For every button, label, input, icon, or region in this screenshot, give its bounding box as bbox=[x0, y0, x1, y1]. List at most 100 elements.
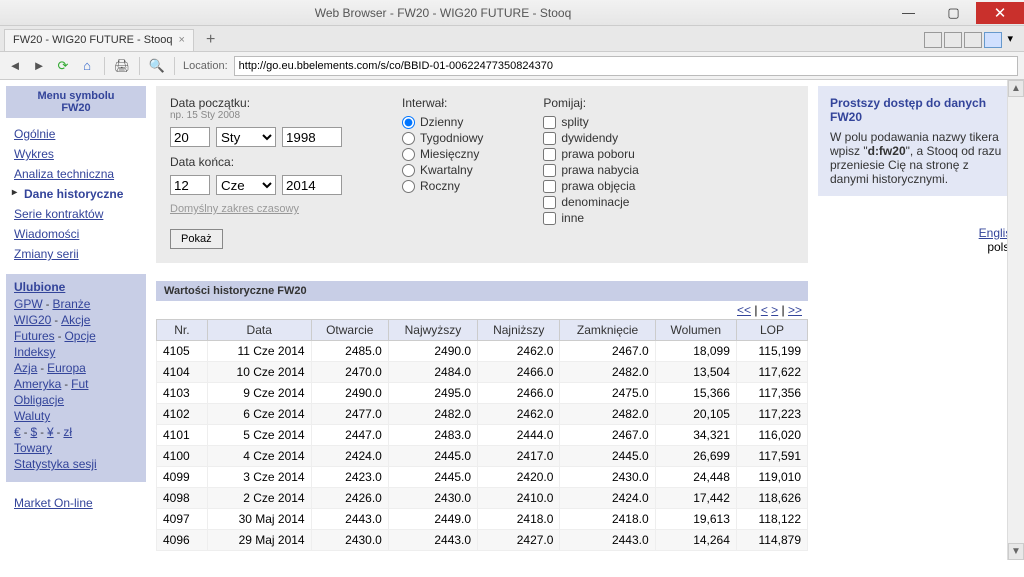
interval-option[interactable]: Roczny bbox=[402, 178, 483, 194]
column-header[interactable]: Data bbox=[207, 320, 311, 341]
pager-first[interactable]: << bbox=[737, 303, 751, 317]
favorites-header[interactable]: Ulubione bbox=[14, 280, 142, 294]
sidebar-item[interactable]: Serie kontraktów bbox=[14, 204, 142, 224]
fav-link[interactable]: Akcje bbox=[61, 313, 90, 327]
interval-radio[interactable] bbox=[402, 180, 415, 193]
fav-link[interactable]: WIG20 bbox=[14, 313, 51, 327]
url-input[interactable] bbox=[234, 56, 1018, 76]
search-icon[interactable]: 🔍 bbox=[148, 58, 166, 74]
table-cell: 2 Cze 2014 bbox=[207, 488, 311, 509]
fav-link[interactable]: ¥ bbox=[47, 425, 54, 439]
pager-next[interactable]: > bbox=[771, 303, 778, 317]
interval-radio[interactable] bbox=[402, 148, 415, 161]
interval-radio[interactable] bbox=[402, 116, 415, 129]
end-day-input[interactable] bbox=[170, 175, 210, 195]
close-window-button[interactable]: ✕ bbox=[976, 2, 1024, 24]
table-cell: 2477.0 bbox=[311, 404, 388, 425]
interval-option[interactable]: Miesięczny bbox=[402, 146, 483, 162]
column-header[interactable]: Najniższy bbox=[478, 320, 560, 341]
fav-link[interactable]: Azja bbox=[14, 361, 37, 375]
skip-checkbox[interactable] bbox=[543, 212, 556, 225]
print-icon[interactable]: 🖨 bbox=[113, 58, 131, 74]
layout-icon-4[interactable] bbox=[984, 32, 1002, 48]
scroll-down-icon[interactable]: ▼ bbox=[1008, 543, 1024, 560]
skip-option[interactable]: denominacje bbox=[543, 194, 638, 210]
layout-icon-2[interactable] bbox=[944, 32, 962, 48]
pager-last[interactable]: >> bbox=[788, 303, 802, 317]
dropdown-icon[interactable]: ▾ bbox=[1004, 32, 1016, 48]
sidebar-item[interactable]: Ogólnie bbox=[14, 124, 142, 144]
table-cell: 15,366 bbox=[655, 383, 736, 404]
sidebar-item[interactable]: Wykres bbox=[14, 144, 142, 164]
show-button[interactable]: Pokaż bbox=[170, 229, 223, 249]
sidebar-item[interactable]: Dane historyczne bbox=[14, 184, 142, 204]
interval-label: Interwał: bbox=[402, 96, 483, 110]
sidebar-item[interactable]: Analiza techniczna bbox=[14, 164, 142, 184]
scroll-up-icon[interactable]: ▲ bbox=[1008, 80, 1024, 97]
skip-option[interactable]: dywidendy bbox=[543, 130, 638, 146]
new-tab-button[interactable]: + bbox=[200, 31, 221, 49]
sidebar-item[interactable]: Wiadomości bbox=[14, 224, 142, 244]
tab-close-icon[interactable]: × bbox=[179, 34, 185, 46]
pager-prev[interactable]: < bbox=[761, 303, 768, 317]
interval-radio[interactable] bbox=[402, 132, 415, 145]
skip-checkbox[interactable] bbox=[543, 196, 556, 209]
browser-tab[interactable]: FW20 - WIG20 FUTURE - Stooq × bbox=[4, 29, 194, 51]
start-year-input[interactable] bbox=[282, 127, 342, 147]
column-header[interactable]: Otwarcie bbox=[311, 320, 388, 341]
home-icon[interactable]: ⌂ bbox=[78, 58, 96, 73]
skip-option[interactable]: prawa poboru bbox=[543, 146, 638, 162]
fav-link[interactable]: Opcje bbox=[64, 329, 95, 343]
fav-link[interactable]: GPW bbox=[14, 297, 43, 311]
end-month-select[interactable]: Cze bbox=[216, 175, 276, 195]
column-header[interactable]: Zamknięcie bbox=[560, 320, 655, 341]
reload-icon[interactable]: ⟳ bbox=[54, 58, 72, 74]
end-year-input[interactable] bbox=[282, 175, 342, 195]
fav-link[interactable]: Fut bbox=[71, 377, 88, 391]
column-header[interactable]: Najwyższy bbox=[388, 320, 477, 341]
fav-link[interactable]: Ameryka bbox=[14, 377, 61, 391]
forward-icon[interactable]: ► bbox=[30, 58, 48, 73]
interval-option[interactable]: Kwartalny bbox=[402, 162, 483, 178]
layout-icon-1[interactable] bbox=[924, 32, 942, 48]
fav-link[interactable]: Obligacje bbox=[14, 393, 64, 407]
interval-option[interactable]: Tygodniowy bbox=[402, 130, 483, 146]
column-header[interactable]: LOP bbox=[736, 320, 807, 341]
column-header[interactable]: Nr. bbox=[157, 320, 208, 341]
skip-option[interactable]: splity bbox=[543, 114, 638, 130]
back-icon[interactable]: ◄ bbox=[6, 58, 24, 73]
column-header[interactable]: Wolumen bbox=[655, 320, 736, 341]
table-row: 409730 Maj 20142443.02449.02418.02418.01… bbox=[157, 509, 808, 530]
fav-link[interactable]: Branże bbox=[52, 297, 90, 311]
fav-link[interactable]: Towary bbox=[14, 441, 52, 455]
skip-checkbox[interactable] bbox=[543, 132, 556, 145]
market-online-link[interactable]: Market On-line bbox=[14, 496, 93, 510]
start-day-input[interactable] bbox=[170, 127, 210, 147]
fav-link[interactable]: € bbox=[14, 425, 21, 439]
minimize-button[interactable]: — bbox=[886, 2, 931, 24]
fav-link[interactable]: Indeksy bbox=[14, 345, 55, 359]
skip-checkbox[interactable] bbox=[543, 164, 556, 177]
skip-option[interactable]: prawa objęcia bbox=[543, 178, 638, 194]
start-month-select[interactable]: Sty bbox=[216, 127, 276, 147]
default-range-link[interactable]: Domyślny zakres czasowy bbox=[170, 203, 299, 215]
interval-option[interactable]: Dzienny bbox=[402, 114, 483, 130]
fav-link[interactable]: Waluty bbox=[14, 409, 50, 423]
fav-link[interactable]: zł bbox=[63, 425, 72, 439]
skip-checkbox[interactable] bbox=[543, 148, 556, 161]
fav-link[interactable]: Futures bbox=[14, 329, 55, 343]
sidebar-item[interactable]: Zmiany serii bbox=[14, 244, 142, 264]
fav-link[interactable]: Statystyka sesji bbox=[14, 457, 97, 471]
layout-icon-3[interactable] bbox=[964, 32, 982, 48]
skip-checkbox[interactable] bbox=[543, 116, 556, 129]
table-cell: 2482.0 bbox=[388, 404, 477, 425]
maximize-button[interactable]: ▢ bbox=[931, 2, 976, 24]
location-label: Location: bbox=[183, 60, 228, 72]
skip-checkbox[interactable] bbox=[543, 180, 556, 193]
skip-option[interactable]: inne bbox=[543, 210, 638, 226]
skip-option[interactable]: prawa nabycia bbox=[543, 162, 638, 178]
table-row: 40982 Cze 20142426.02430.02410.02424.017… bbox=[157, 488, 808, 509]
scrollbar[interactable]: ▲ ▼ bbox=[1007, 80, 1024, 560]
fav-link[interactable]: Europa bbox=[47, 361, 86, 375]
interval-radio[interactable] bbox=[402, 164, 415, 177]
